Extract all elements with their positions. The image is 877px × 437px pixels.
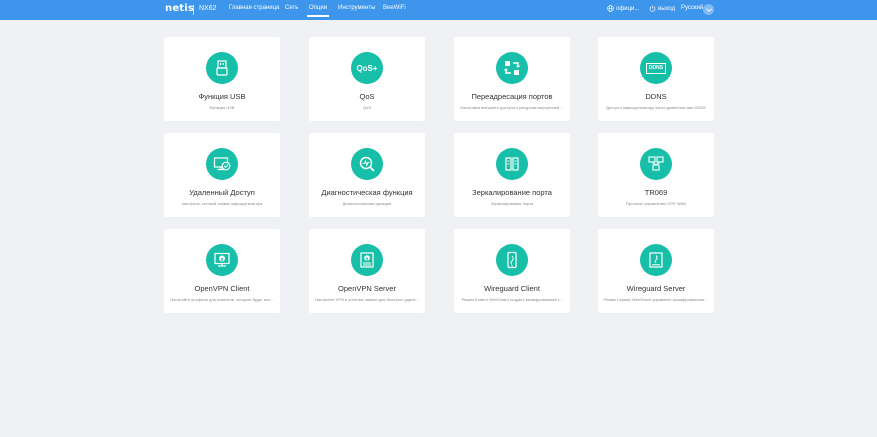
nav-options[interactable]: Опции: [306, 5, 330, 17]
netis-logo[interactable]: netis: [165, 3, 194, 14]
card-remote-access[interactable]: Удаленный Доступ настроить сетевой серви…: [164, 133, 280, 217]
card-description: QoS: [362, 105, 371, 110]
usb-icon: [206, 52, 238, 84]
card-title: Wireguard Server: [626, 284, 686, 293]
logout-button[interactable]: выход: [649, 5, 675, 12]
chevron-down-icon: [705, 7, 712, 12]
card-openvpn-server[interactable]: OpenVPN Server Настройте VPN и учетные з…: [309, 229, 425, 313]
card-wireguard-client[interactable]: Wireguard Client Режим Клиент WireGuard …: [454, 229, 570, 313]
card-description: Диагностическая функция: [342, 201, 392, 206]
card-description: Настройка внешнего доступа к ресурсам вн…: [460, 105, 564, 110]
card-title: Удаленный Доступ: [189, 188, 255, 197]
card-title: Зеркалирование порта: [472, 188, 552, 197]
port-mirror-icon: [496, 148, 528, 180]
logo-divider: [193, 5, 194, 15]
wireguard-server-icon: [640, 244, 672, 276]
top-navigation-bar: netis NX62 Главная страница Сеть Опции И…: [0, 0, 877, 20]
card-tr069[interactable]: TR069 Протокол управления CPE WAN: [598, 133, 714, 217]
card-title: OpenVPN Client: [194, 284, 250, 293]
card-openvpn-client[interactable]: OpenVPN Client Настройте профили для кли…: [164, 229, 280, 313]
card-description: Протокол управления CPE WAN: [625, 201, 687, 206]
card-description: Режим Клиент WireGuard создает зашифрова…: [461, 297, 563, 302]
diagnostic-icon: [351, 148, 383, 180]
port-forward-icon: [496, 52, 528, 84]
model-name: NX62: [199, 5, 217, 12]
card-title: Wireguard Client: [484, 284, 540, 293]
official-site-label: офици...: [616, 5, 640, 12]
card-description: Функция USB: [209, 105, 235, 110]
language-label: Русский: [681, 5, 704, 11]
card-title: Переадресация портов: [471, 92, 553, 101]
card-description: Режим Сервер WireGuard управляет зашифро…: [603, 297, 709, 302]
power-icon: [649, 5, 656, 12]
card-title: Функция USB: [198, 92, 246, 101]
card-ddns[interactable]: DDNS DDNS Доступ к маршрутизатору через …: [598, 37, 714, 121]
card-qos[interactable]: QoS+ QoS QoS: [309, 37, 425, 121]
qos-icon: QoS+: [351, 52, 383, 84]
language-dropdown-toggle[interactable]: [703, 4, 714, 15]
openvpn-server-icon: [351, 244, 383, 276]
ddns-icon: DDNS: [640, 52, 672, 84]
tr069-icon: [640, 148, 672, 180]
wireguard-client-icon: [496, 244, 528, 276]
nav-beewifi[interactable]: BeeWiFi: [383, 5, 406, 11]
card-description: Доступ к маршрутизатору через доменное и…: [606, 105, 706, 110]
nav-home[interactable]: Главная страница: [229, 5, 279, 11]
card-title: TR069: [644, 188, 668, 197]
card-description: Настройте VPN и учетные записи для быстр…: [314, 297, 420, 302]
logout-label: выход: [658, 5, 676, 12]
nav-tools[interactable]: Инструменты: [338, 5, 375, 11]
card-port-forwarding[interactable]: Переадресация портов Настройка внешнего …: [454, 37, 570, 121]
card-title: QoS: [359, 92, 375, 101]
globe-icon: [607, 5, 614, 12]
card-diagnostics[interactable]: Диагностическая функция Диагностическая …: [309, 133, 425, 217]
card-wireguard-server[interactable]: Wireguard Server Режим Сервер WireGuard …: [598, 229, 714, 313]
card-title: OpenVPN Server: [338, 284, 396, 293]
card-port-mirroring[interactable]: Зеркалирование порта Зеркалирование порт…: [454, 133, 570, 217]
remote-access-icon: [206, 148, 238, 180]
qos-icon-text: QoS+: [356, 63, 378, 73]
ddns-icon-text: DDNS: [645, 62, 667, 74]
official-site-link[interactable]: офици...: [607, 5, 639, 12]
language-select[interactable]: Русский: [681, 5, 703, 11]
card-title: Диагностическая функция: [321, 188, 413, 197]
openvpn-client-icon: [206, 244, 238, 276]
nav-network[interactable]: Сеть: [285, 5, 298, 11]
card-title: DDNS: [645, 92, 667, 101]
card-description: Настройте профили для клиентов, которые …: [170, 297, 274, 302]
card-description: Зеркалирование порта: [490, 201, 534, 206]
card-usb[interactable]: Функция USB Функция USB: [164, 37, 280, 121]
card-description: настроить сетевой сервис маршрутизатора: [181, 201, 263, 206]
